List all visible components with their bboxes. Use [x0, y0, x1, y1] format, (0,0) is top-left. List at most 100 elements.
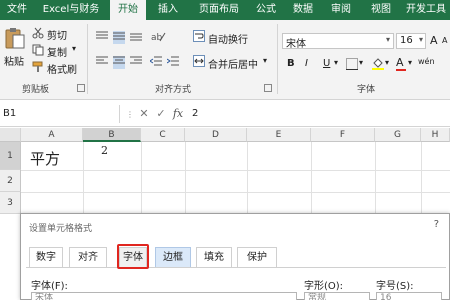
- tab-alignment[interactable]: 对齐: [69, 247, 107, 267]
- cut-button[interactable]: 剪切: [47, 27, 67, 42]
- format-cells-dialog: 设置单元格格式 ? 数字 对齐 字体 边框 填充 保护 字体(F): 字形(O)…: [20, 213, 450, 300]
- tab-page-layout[interactable]: 页面布局: [190, 0, 248, 20]
- formula-bar: B1 ⋮ ✕ ✓ fx 2: [0, 101, 450, 127]
- gridline: [21, 170, 450, 171]
- font-color-dropdown-icon[interactable]: ▾: [408, 58, 412, 67]
- tab-formulas[interactable]: 公式: [250, 0, 282, 20]
- decrease-indent-icon[interactable]: [149, 56, 162, 69]
- alignment-launcher-icon[interactable]: [264, 84, 272, 92]
- group-separator: [87, 24, 88, 94]
- font-size-select[interactable]: 16 ▾: [396, 33, 426, 49]
- font-group-label: 字体: [357, 85, 376, 95]
- select-all-corner[interactable]: [0, 128, 21, 142]
- gridline: [21, 192, 450, 193]
- cell-b1[interactable]: 2: [101, 144, 108, 157]
- font-style-input[interactable]: 常规: [304, 292, 370, 300]
- align-left-icon[interactable]: [96, 56, 108, 69]
- column-header[interactable]: A: [21, 128, 83, 142]
- column-header[interactable]: F: [311, 128, 375, 142]
- column-header[interactable]: H: [421, 128, 450, 142]
- cancel-icon[interactable]: ✕: [137, 105, 151, 123]
- column-header[interactable]: E: [247, 128, 311, 142]
- tab-insert[interactable]: 插入: [150, 0, 186, 20]
- tab-excel-finance[interactable]: Excel与财务: [36, 0, 106, 20]
- cell-a1[interactable]: 平方: [30, 148, 60, 169]
- font-size-value: 16: [400, 35, 413, 46]
- alignment-group-label: 对齐方式: [155, 85, 192, 95]
- name-box[interactable]: B1: [0, 105, 120, 123]
- align-right-icon[interactable]: [130, 56, 142, 69]
- name-box-more-icon: ⋮: [126, 110, 134, 119]
- column-header[interactable]: C: [141, 128, 185, 142]
- tab-fill[interactable]: 填充: [196, 247, 232, 267]
- ribbon: 粘贴 剪切 复制 ▾ 格式刷 剪贴板 ab 自动换行 合并后居中 ▾ 对齐方式 …: [0, 20, 450, 100]
- clipboard-group-label: 剪贴板: [22, 85, 50, 95]
- formula-input[interactable]: 2: [192, 105, 198, 123]
- underline-dropdown-icon[interactable]: ▾: [334, 58, 338, 67]
- underline-button[interactable]: U: [323, 58, 330, 69]
- font-name-value: 宋体: [286, 39, 306, 50]
- font-size-label: 字号(S):: [376, 281, 414, 292]
- merge-dropdown-icon[interactable]: ▾: [263, 56, 267, 65]
- wrap-text-button[interactable]: 自动换行: [208, 31, 248, 46]
- tab-home[interactable]: 开始: [110, 0, 146, 21]
- clipboard-launcher-icon[interactable]: [77, 84, 85, 92]
- increase-indent-icon[interactable]: [166, 56, 179, 69]
- group-separator: [277, 24, 278, 94]
- wrap-text-icon: [193, 30, 205, 45]
- shrink-font-icon[interactable]: A: [442, 36, 447, 45]
- bold-button[interactable]: B: [287, 58, 295, 69]
- align-center-icon[interactable]: [113, 56, 125, 69]
- row-header[interactable]: 2: [0, 170, 21, 192]
- tab-developer[interactable]: 开发工具: [402, 0, 450, 20]
- dialog-title: 设置单元格格式: [29, 224, 93, 234]
- column-header[interactable]: D: [185, 128, 247, 142]
- font-color-icon[interactable]: A: [396, 56, 406, 71]
- tab-review[interactable]: 审阅: [324, 0, 358, 20]
- align-top-icon[interactable]: [96, 31, 108, 44]
- fill-color-dropdown-icon[interactable]: ▾: [385, 58, 389, 67]
- tab-file[interactable]: 文件: [0, 0, 34, 20]
- font-name-select[interactable]: 宋体 ▾: [282, 33, 394, 50]
- font-size-input[interactable]: 16: [376, 292, 442, 300]
- copy-dropdown-icon[interactable]: ▾: [72, 44, 76, 53]
- tab-view[interactable]: 视图: [364, 0, 398, 20]
- row-header[interactable]: 1: [0, 142, 21, 170]
- align-middle-icon[interactable]: [113, 31, 125, 44]
- italic-button[interactable]: I: [305, 58, 308, 69]
- font-label: 字体(F):: [31, 281, 68, 292]
- fill-color-icon[interactable]: [372, 57, 384, 73]
- grow-font-icon[interactable]: A: [430, 34, 438, 47]
- font-name-dropdown-icon[interactable]: ▾: [386, 35, 390, 44]
- format-painter-button[interactable]: 格式刷: [47, 61, 77, 76]
- tab-divider: [26, 267, 446, 268]
- align-bottom-icon[interactable]: [130, 31, 142, 44]
- paste-button[interactable]: 粘贴: [4, 53, 24, 68]
- format-painter-icon: [32, 61, 44, 76]
- cut-icon: [32, 27, 44, 42]
- merge-center-icon: [193, 55, 205, 70]
- column-header[interactable]: B: [83, 128, 141, 142]
- row-header[interactable]: 3: [0, 192, 21, 214]
- border-dropdown-icon[interactable]: ▾: [359, 58, 363, 67]
- fx-icon[interactable]: fx: [170, 105, 186, 123]
- highlight-annotation: [117, 244, 149, 269]
- enter-icon[interactable]: ✓: [154, 105, 168, 123]
- font-style-label: 字形(O):: [304, 281, 344, 292]
- phonetic-icon[interactable]: wén: [418, 57, 435, 66]
- help-button[interactable]: ?: [434, 219, 439, 230]
- copy-button[interactable]: 复制: [47, 44, 67, 59]
- tab-data[interactable]: 数据: [286, 0, 320, 20]
- font-name-input[interactable]: 宋体: [31, 292, 297, 300]
- tab-border[interactable]: 边框: [155, 247, 191, 267]
- tab-number[interactable]: 数字: [29, 247, 63, 267]
- font-size-dropdown-icon[interactable]: ▾: [419, 35, 423, 44]
- merge-center-button[interactable]: 合并后居中: [208, 56, 258, 71]
- paste-icon[interactable]: [4, 26, 26, 53]
- orientation-icon[interactable]: ab: [150, 30, 166, 45]
- border-icon[interactable]: [346, 58, 358, 73]
- column-header[interactable]: G: [375, 128, 421, 142]
- tab-protection[interactable]: 保护: [237, 247, 277, 267]
- copy-icon: [32, 44, 44, 59]
- ribbon-tab-bar: 文件 Excel与财务 开始 插入 页面布局 公式 数据 审阅 视图 开发工具: [0, 0, 450, 21]
